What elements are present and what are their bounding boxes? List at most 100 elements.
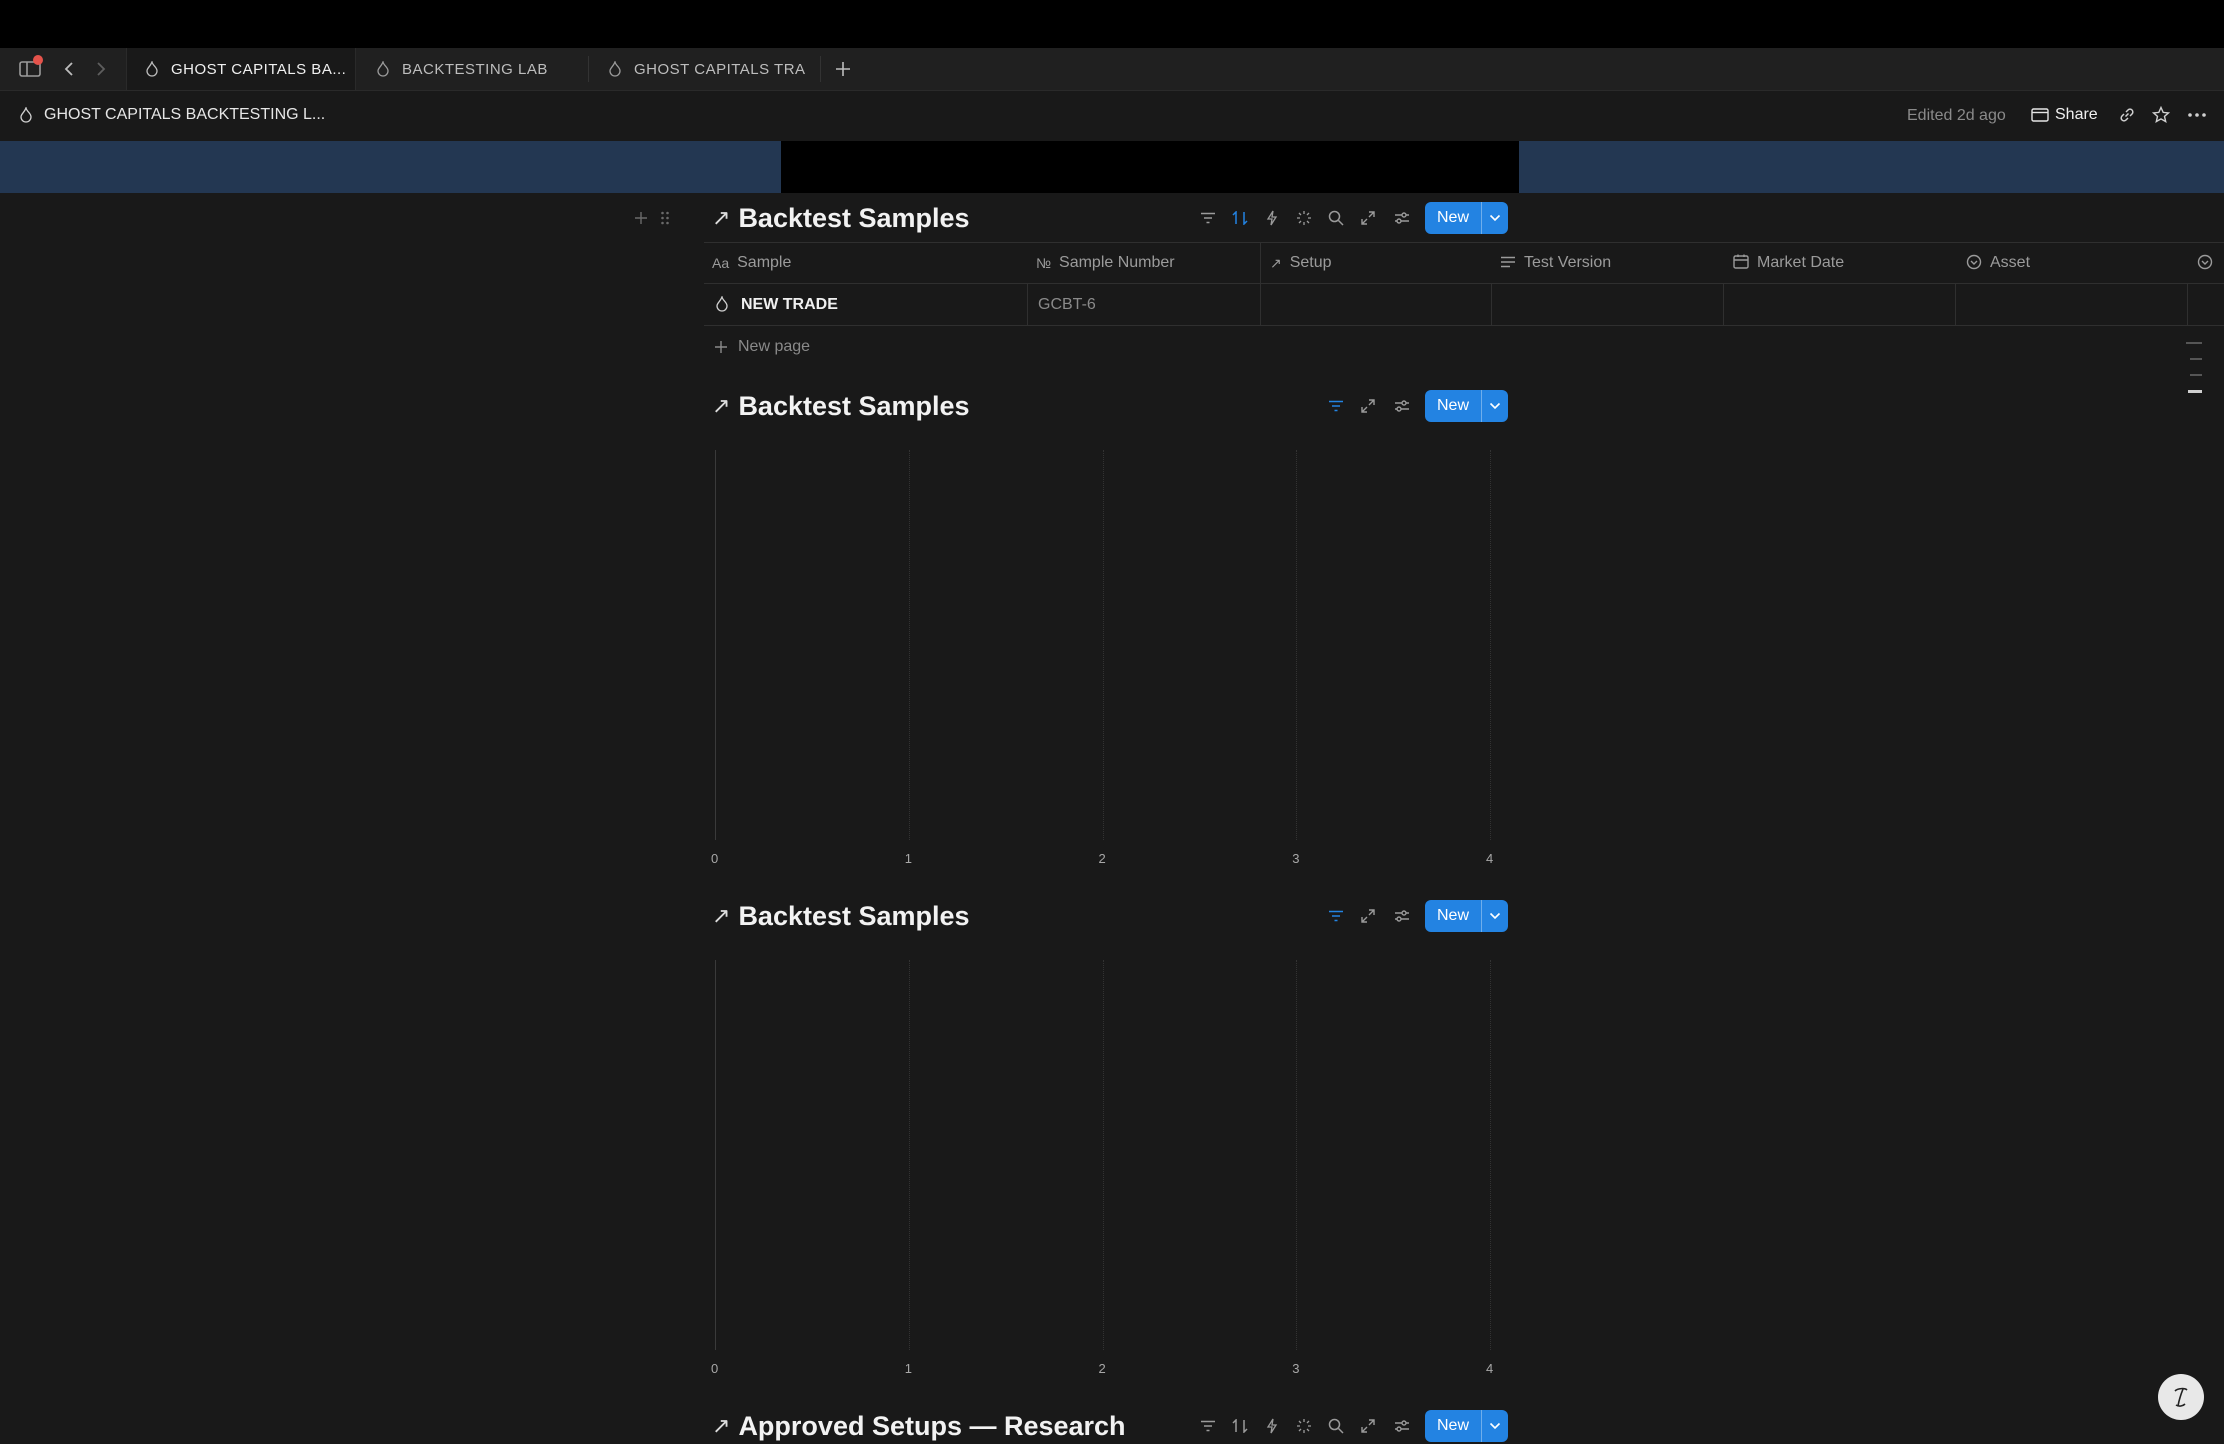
chart-x-tick-label: 0 xyxy=(711,851,719,866)
tab-label: BACKTESTING LAB xyxy=(402,60,548,78)
page-outline-indicator[interactable] xyxy=(2184,342,2204,398)
plus-icon xyxy=(714,340,728,354)
tab-bar: GHOST CAPITALS BA... BACKTESTING LAB GHO… xyxy=(0,48,2224,91)
settings-sliders-icon[interactable] xyxy=(1392,1416,1412,1436)
calendar-property-icon xyxy=(1733,254,1749,272)
text-lines-property-icon xyxy=(1500,255,1516,271)
chart-gridline xyxy=(1102,960,1104,1350)
chevron-down-icon[interactable] xyxy=(1481,900,1508,932)
new-button[interactable]: New xyxy=(1425,1410,1509,1442)
chevron-down-icon[interactable] xyxy=(1481,1410,1508,1442)
chart-area-1: 0 1 2 3 4 xyxy=(700,440,1500,880)
sort-icon[interactable] xyxy=(1230,1416,1250,1436)
search-icon[interactable] xyxy=(1326,1416,1346,1436)
share-label: Share xyxy=(2055,106,2098,123)
add-property-icon[interactable] xyxy=(2196,253,2214,271)
fire-icon xyxy=(145,61,159,77)
fire-icon xyxy=(608,61,622,77)
link-icon[interactable] xyxy=(2116,103,2138,127)
help-button[interactable] xyxy=(2158,1374,2204,1420)
tab-label: GHOST CAPITALS TRA xyxy=(634,60,806,78)
breadcrumb[interactable]: GHOST CAPITALS BACKTESTING L... xyxy=(44,106,325,124)
new-page-button[interactable]: New page xyxy=(714,336,810,358)
chart-gridline xyxy=(1102,450,1104,840)
expand-icon[interactable] xyxy=(1358,396,1378,416)
column-header-market-date[interactable]: Market Date xyxy=(1733,243,1844,283)
expand-icon[interactable] xyxy=(1358,906,1378,926)
tab-label: GHOST CAPITALS BA... xyxy=(171,60,347,78)
relation-property-icon: ↗ xyxy=(1270,254,1282,271)
sort-icon[interactable] xyxy=(1230,208,1250,228)
forward-icon[interactable] xyxy=(92,58,110,80)
column-header-asset[interactable]: Asset xyxy=(1966,243,2030,283)
new-button[interactable]: New xyxy=(1425,390,1509,422)
new-button[interactable]: New xyxy=(1425,900,1509,932)
cell-sample-number[interactable]: GCBT-6 xyxy=(1038,296,1096,314)
linked-database-arrow-icon: ↗ xyxy=(712,393,731,418)
chart-title-text: Backtest Samples xyxy=(738,900,970,931)
settings-sliders-icon[interactable] xyxy=(1392,396,1412,416)
cell-sample[interactable]: NEW TRADE xyxy=(741,296,838,314)
chevron-down-icon[interactable] xyxy=(1481,390,1508,422)
settings-sliders-icon[interactable] xyxy=(1392,208,1412,228)
sidebar-toggle-icon[interactable] xyxy=(18,55,43,80)
fire-icon xyxy=(716,294,728,317)
star-icon[interactable] xyxy=(2150,103,2172,127)
chevron-down-icon[interactable] xyxy=(1481,202,1508,234)
chart-x-tick-label: 4 xyxy=(1486,1361,1494,1376)
new-button-label: New xyxy=(1437,1417,1470,1434)
column-header-sample[interactable]: Aa Sample xyxy=(712,243,791,283)
column-label: Asset xyxy=(1990,254,2031,271)
settings-sliders-icon[interactable] xyxy=(1392,906,1412,926)
search-icon[interactable] xyxy=(1326,208,1346,228)
new-page-label: New page xyxy=(738,338,811,355)
text-property-icon: Aa xyxy=(712,255,730,271)
expand-icon[interactable] xyxy=(1358,208,1378,228)
chart-title-2[interactable]: ↗ Backtest Samples xyxy=(712,898,970,934)
new-button[interactable]: New xyxy=(1425,202,1509,234)
tab-backtesting-lab[interactable]: BACKTESTING LAB xyxy=(358,48,588,90)
filter-icon[interactable] xyxy=(1326,396,1346,416)
expand-icon[interactable] xyxy=(1358,1416,1378,1436)
share-button[interactable]: Share xyxy=(2031,103,2098,127)
chart-gridline xyxy=(1490,450,1491,840)
new-tab-icon[interactable] xyxy=(832,58,854,80)
add-block-icon[interactable] xyxy=(632,208,650,228)
ai-sparkle-icon[interactable] xyxy=(1294,208,1314,228)
chart-title-text: Backtest Samples xyxy=(738,390,970,421)
database-title[interactable]: ↗ Backtest Samples xyxy=(712,200,970,236)
chart-area-2: 0 1 2 3 4 xyxy=(700,950,1500,1390)
column-header-setup[interactable]: ↗ Setup xyxy=(1270,243,1332,283)
linked-database-arrow-icon: ↗ xyxy=(712,903,731,928)
tab-divider xyxy=(820,56,821,82)
chart-title-1[interactable]: ↗ Backtest Samples xyxy=(712,388,970,424)
filter-icon[interactable] xyxy=(1198,208,1218,228)
edited-timestamp: Edited 2d ago xyxy=(1907,107,2006,124)
drag-handle-icon[interactable] xyxy=(658,208,672,228)
automation-icon[interactable] xyxy=(1262,1416,1282,1436)
linked-database-arrow-icon: ↗ xyxy=(712,205,731,230)
chart-x-tick-label: 2 xyxy=(1098,1361,1106,1376)
page-header: GHOST CAPITALS BACKTESTING L... Edited 2… xyxy=(0,91,2224,141)
chart-x-tick-label: 2 xyxy=(1098,851,1106,866)
new-button-label: New xyxy=(1437,397,1470,414)
chart-gridline xyxy=(1296,960,1298,1350)
column-header-sample-number[interactable]: № Sample Number xyxy=(1036,243,1175,283)
window-icon xyxy=(2031,108,2049,122)
filter-icon[interactable] xyxy=(1326,906,1346,926)
chart-x-tick-label: 3 xyxy=(1292,851,1300,866)
column-label: Test Version xyxy=(1524,254,1612,271)
ai-sparkle-icon[interactable] xyxy=(1294,1416,1314,1436)
back-icon[interactable] xyxy=(60,58,78,80)
approved-setups-title[interactable]: ↗ Approved Setups — Research xyxy=(712,1408,1126,1444)
tab-ghost-capitals-backtesting[interactable]: GHOST CAPITALS BA... xyxy=(126,48,356,90)
more-options-icon[interactable] xyxy=(2184,103,2210,127)
column-label: Market Date xyxy=(1757,254,1845,271)
table-row[interactable]: NEW TRADE GCBT-6 xyxy=(704,284,2224,326)
filter-icon[interactable] xyxy=(1198,1416,1218,1436)
column-label: Setup xyxy=(1289,254,1332,271)
tab-ghost-capitals-trading[interactable]: GHOST CAPITALS TRA xyxy=(590,48,820,90)
automation-icon[interactable] xyxy=(1262,208,1282,228)
column-header-test-version[interactable]: Test Version xyxy=(1500,243,1611,283)
help-icon xyxy=(2170,1385,2192,1409)
